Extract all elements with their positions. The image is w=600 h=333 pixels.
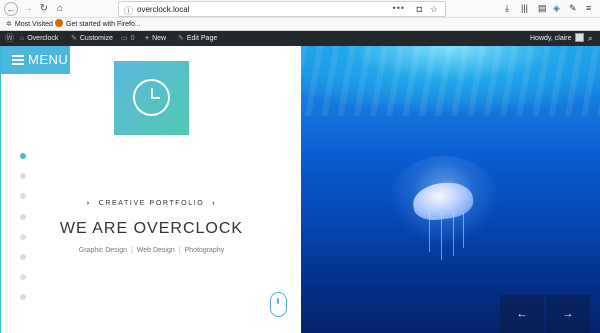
admin-edit-page-label: Edit Page — [186, 35, 218, 42]
chevron-right-icon: › — [86, 200, 91, 207]
section-dot[interactable] — [20, 274, 26, 281]
forward-button[interactable]: → — [21, 2, 35, 16]
menu-label: MENU — [28, 52, 69, 67]
comment-icon: ▭ — [121, 35, 128, 42]
browser-toolbar: ← → ↻ ⌂ ⓘ overclock.local ••• ◘ ☆ ⤓ ||| … — [0, 0, 600, 18]
admin-search-icon[interactable]: ⌕ — [588, 31, 592, 46]
section-dot[interactable] — [20, 193, 26, 200]
reload-button[interactable]: ↻ — [37, 2, 51, 16]
service-item: Graphic Design — [78, 247, 128, 254]
admin-customize-link[interactable]: ✎ Customize — [71, 31, 113, 46]
url-text[interactable]: overclock.local — [137, 5, 189, 14]
admin-customize-label: Customize — [79, 35, 113, 42]
admin-greeting: Howdy, claire — [530, 35, 572, 42]
avatar — [574, 33, 584, 42]
service-separator: | — [130, 247, 133, 254]
admin-site-link[interactable]: ⌂ Overclock — [20, 31, 58, 46]
page-actions-button[interactable]: ••• — [393, 3, 405, 13]
pocket-icon[interactable]: ◘ — [417, 4, 422, 14]
bookmarks-toolbar: ✲ Most Visited Get started with Firefo... — [0, 18, 600, 31]
url-bar[interactable]: ⓘ overclock.local ••• ◘ ☆ — [118, 1, 446, 17]
admin-edit-page-link[interactable]: ✎ Edit Page — [178, 31, 217, 46]
clock-icon — [133, 79, 170, 116]
firefox-icon — [55, 19, 63, 27]
slider-prev-button[interactable]: ← — [500, 295, 544, 333]
screenshot-icon[interactable]: ✎ — [569, 3, 577, 14]
hamburger-menu-icon[interactable]: ≡ — [586, 3, 591, 13]
bookmark-most-visited[interactable]: ✲ Most Visited — [6, 19, 53, 30]
admin-new-link[interactable]: + New — [145, 31, 166, 46]
wordpress-logo-icon[interactable]: Ⓦ — [5, 31, 14, 46]
downloads-icon[interactable]: ⤓ — [505, 3, 509, 14]
menu-button[interactable]: MENU — [1, 46, 70, 74]
kicker-text: › CREATIVE PORTFOLIO ‹ — [1, 200, 302, 207]
hamburger-icon — [12, 55, 24, 65]
bookmark-label: Get started with Firefo... — [66, 21, 141, 28]
section-dot[interactable] — [20, 213, 26, 220]
plus-icon: + — [145, 35, 150, 42]
library-icon[interactable]: ||| — [521, 3, 528, 13]
slider-next-button[interactable]: → — [546, 295, 590, 333]
info-icon[interactable]: ⓘ — [124, 4, 133, 17]
services-list: Graphic Design | Web Design | Photograph… — [1, 247, 302, 254]
sidebar-icon[interactable]: ▤ — [538, 3, 547, 14]
hero-image: ← → — [301, 46, 600, 333]
page-title: WE ARE OVERCLOCK — [59, 220, 244, 237]
intro-panel: MENU › CREATIVE PORTFOLIO ‹ WE ARE OVERCLO… — [0, 46, 301, 333]
bookmark-star-icon[interactable]: ☆ — [430, 4, 438, 15]
gear-icon: ✲ — [6, 21, 12, 28]
service-item: Web Design — [136, 247, 175, 254]
kicker-label: CREATIVE PORTFOLIO — [98, 200, 205, 207]
brush-icon: ✎ — [71, 35, 77, 42]
admin-comments-link[interactable]: ▭ 0 — [121, 31, 135, 46]
admin-site-label: Overclock — [27, 35, 59, 42]
section-dot[interactable] — [20, 253, 26, 260]
service-item: Photography — [184, 247, 225, 254]
admin-new-label: New — [152, 35, 167, 42]
chevron-left-icon: ‹ — [212, 200, 217, 207]
pencil-icon: ✎ — [178, 35, 184, 42]
comments-count: 0 — [130, 35, 135, 42]
service-separator: | — [178, 247, 181, 254]
site-logo[interactable] — [114, 61, 189, 135]
section-dot[interactable] — [20, 294, 26, 301]
back-button[interactable]: ← — [4, 2, 18, 16]
home-button[interactable]: ⌂ — [53, 2, 67, 16]
section-dot[interactable] — [20, 153, 26, 159]
water-caustics — [301, 46, 600, 116]
section-dot[interactable] — [20, 173, 26, 180]
home-icon: ⌂ — [20, 35, 25, 42]
mouse-icon[interactable] — [270, 292, 287, 317]
admin-account-link[interactable]: Howdy, claire — [530, 31, 584, 46]
bookmark-get-started[interactable]: Get started with Firefo... — [55, 19, 141, 30]
tracking-shield-icon[interactable]: ◈ — [553, 3, 560, 14]
bookmark-label: Most Visited — [14, 21, 53, 28]
wp-admin-bar: Ⓦ ⌂ Overclock ✎ Customize ▭ 0 + New ✎ Edit Pa… — [0, 31, 600, 46]
